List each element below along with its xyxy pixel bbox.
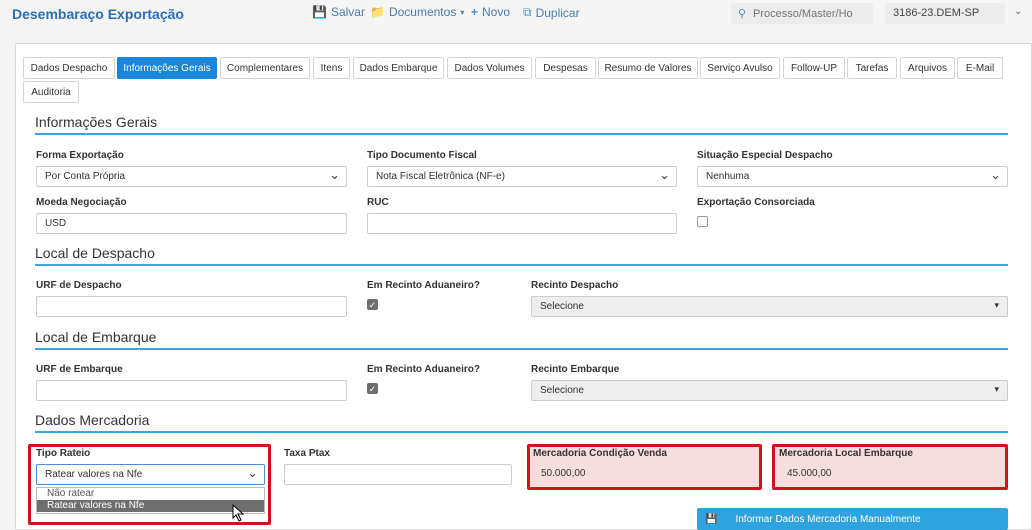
tipo-rateio-select[interactable]: Ratear valores na Nfe — [36, 464, 265, 485]
folder-icon: 📁 — [370, 5, 385, 19]
recinto-embarque-select[interactable]: Selecione — [531, 380, 1008, 401]
section-divider — [35, 348, 1008, 350]
top-bar: Desembaraço Exportação 💾 Salvar 📁 Docume… — [0, 0, 1032, 30]
chevron-down-icon[interactable]: ⌄ — [1014, 6, 1022, 17]
new-label: Novo — [482, 5, 511, 19]
tab-itens[interactable]: Itens — [313, 57, 350, 79]
ruc-input[interactable] — [367, 213, 677, 234]
tab-complementares[interactable]: Complementares — [220, 57, 310, 79]
recinto-despacho-label: Recinto Despacho — [531, 280, 619, 291]
tab-follow-up[interactable]: Follow-UP — [783, 57, 845, 79]
section-title-informacoes-gerais: Informações Gerais — [35, 114, 158, 130]
tab-servico-avulso[interactable]: Serviço Avulso — [700, 57, 780, 79]
tab-informacoes-gerais[interactable]: Informações Gerais — [117, 57, 217, 79]
app-title: Desembaraço Exportação — [12, 6, 184, 22]
moeda-negociacao-input[interactable]: USD — [36, 213, 347, 234]
save-button[interactable]: 💾 Salvar — [312, 5, 365, 19]
urf-despacho-label: URF de Despacho — [36, 280, 122, 291]
tab-arquivos[interactable]: Arquivos — [900, 57, 955, 79]
plus-icon: + — [471, 5, 479, 19]
dropdown-option[interactable]: Não ratear — [37, 488, 264, 500]
situacao-especial-select[interactable]: Nenhuma — [697, 166, 1008, 187]
search-box: ⚲ — [731, 3, 873, 24]
urf-embarque-input[interactable] — [36, 380, 347, 401]
main-panel: Dados Despacho Informações Gerais Comple… — [15, 43, 1032, 530]
tab-dados-despacho[interactable]: Dados Despacho — [23, 57, 115, 79]
exportacao-consorciada-label: Exportação Consorciada — [697, 197, 815, 208]
local-embarque-value-label: Mercadoria Local Embarque — [779, 448, 913, 459]
situacao-especial-label: Situação Especial Despacho — [697, 150, 833, 161]
forma-exportacao-label: Forma Exportação — [36, 150, 124, 161]
informar-dados-manualmente-button[interactable]: 💾 Informar Dados Mercadoria Manualmente — [697, 508, 1008, 530]
section-divider — [35, 431, 1008, 433]
taxa-ptax-input[interactable] — [284, 464, 512, 485]
save-label: Salvar — [330, 5, 365, 19]
local-embarque-value: 45.000,00 — [787, 468, 832, 479]
tab-dados-volumes[interactable]: Dados Volumes — [447, 57, 532, 79]
tab-e-mail[interactable]: E-Mail — [957, 57, 1003, 79]
em-recinto-embarque-checkbox[interactable]: ✓ — [367, 383, 378, 394]
tipo-rateio-dropdown: Não ratear Ratear valores na Nfe — [36, 487, 265, 514]
taxa-ptax-label: Taxa Ptax — [284, 448, 330, 459]
tab-tarefas[interactable]: Tarefas — [847, 57, 897, 79]
tipo-rateio-label: Tipo Rateio — [36, 448, 91, 459]
new-button[interactable]: + Novo — [471, 5, 510, 19]
moeda-negociacao-label: Moeda Negociação — [36, 197, 127, 208]
tab-resumo-de-valores[interactable]: Resumo de Valores — [598, 57, 698, 79]
tab-despesas[interactable]: Despesas — [535, 57, 596, 79]
section-divider — [35, 264, 1008, 266]
section-title-local-despacho: Local de Despacho — [35, 245, 155, 261]
em-recinto-despacho-label: Em Recinto Aduaneiro? — [367, 280, 480, 291]
copy-icon: ⧉ — [523, 5, 532, 19]
tipo-documento-fiscal-label: Tipo Documento Fiscal — [367, 150, 477, 161]
em-recinto-despacho-checkbox[interactable]: ✓ — [367, 299, 378, 310]
duplicate-label: Duplicar — [535, 5, 580, 20]
dropdown-option-selected[interactable]: Ratear valores na Nfe — [37, 500, 264, 512]
recinto-despacho-select[interactable]: Selecione — [531, 296, 1008, 317]
tab-auditoria[interactable]: Auditoria — [23, 81, 79, 103]
condicao-venda-value: 50.000,00 — [541, 468, 586, 479]
section-title-local-embarque: Local de Embarque — [35, 329, 157, 345]
forma-exportacao-select[interactable]: Por Conta Própria — [36, 166, 347, 187]
caret-down-icon: ▾ — [460, 7, 465, 17]
tipo-documento-fiscal-select[interactable]: Nota Fiscal Eletrônica (NF-e) — [367, 166, 677, 187]
urf-embarque-label: URF de Embarque — [36, 364, 123, 375]
section-divider — [35, 133, 1008, 135]
process-selector[interactable]: 3186-23.DEM-SP — [885, 3, 1005, 24]
condicao-venda-label: Mercadoria Condição Venda — [533, 448, 667, 459]
em-recinto-embarque-label: Em Recinto Aduaneiro? — [367, 364, 480, 375]
ruc-label: RUC — [367, 197, 389, 208]
tab-dados-embarque[interactable]: Dados Embarque — [353, 57, 444, 79]
documents-menu[interactable]: 📁 Documentos ▾ — [370, 5, 464, 19]
recinto-embarque-label: Recinto Embarque — [531, 364, 620, 375]
section-title-dados-mercadoria: Dados Mercadoria — [35, 412, 150, 428]
documents-label: Documentos — [388, 5, 457, 19]
mouse-cursor-icon — [232, 504, 245, 522]
search-input[interactable] — [753, 7, 869, 20]
urf-despacho-input[interactable] — [36, 296, 347, 317]
floppy-icon: 💾 — [705, 513, 718, 525]
floppy-icon: 💾 — [312, 5, 327, 19]
search-icon: ⚲ — [737, 8, 747, 20]
duplicate-button[interactable]: ⧉ Duplicar — [523, 5, 580, 20]
exportacao-consorciada-checkbox[interactable] — [697, 216, 708, 227]
manual-button-label: Informar Dados Mercadoria Manualmente — [735, 513, 921, 525]
